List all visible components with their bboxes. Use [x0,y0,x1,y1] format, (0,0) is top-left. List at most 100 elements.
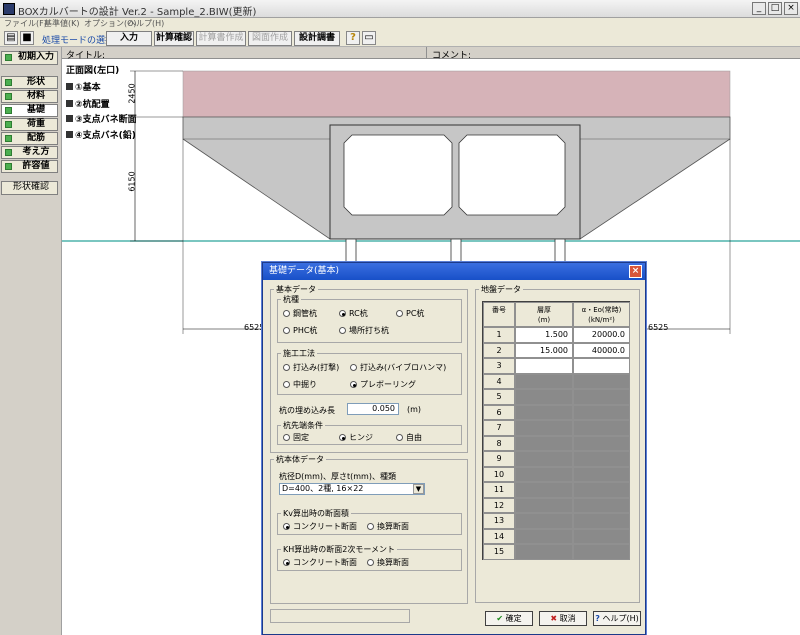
sidebar-item-allowable[interactable]: 許容値 [1,160,58,173]
diameter-label: 杭径D(mm)、厚さt(mm)、種類 [279,472,396,481]
maximize-button[interactable]: □ [768,2,782,15]
dialog-close-button[interactable]: × [629,265,642,278]
tip-option[interactable]: 固定 [283,432,309,443]
table-cell[interactable] [515,451,573,467]
kv-option[interactable]: 換算断面 [367,521,409,532]
menu-standard[interactable]: 基準値(K) [44,18,80,29]
window-icon[interactable]: ▭ [362,31,376,45]
close-window-button[interactable]: × [784,2,798,15]
ok-button[interactable]: ✔ 確定 [485,611,533,626]
table-cell[interactable]: 1.500 [515,327,573,343]
open-folder-icon[interactable]: ▤ [4,31,18,45]
sidebar-item-load[interactable]: 荷重 [1,118,58,131]
table-cell[interactable] [573,482,630,498]
title-bar: BOXカルバートの設計 Ver.2 - Sample_2.BIW(更新) _ □… [0,0,800,18]
table-cell[interactable] [573,420,630,436]
table-cell[interactable] [515,420,573,436]
table-cell[interactable]: 40000.0 [573,342,630,358]
cross-icon: ✖ [550,614,558,623]
drawing-button[interactable]: 図面作成 [248,31,292,46]
table-cell[interactable] [573,513,630,529]
sidebar-item-rebar[interactable]: 配筋 [1,132,58,145]
table-cell[interactable] [573,497,630,513]
help-button[interactable]: ? ヘルプ(H) [593,611,641,626]
calc-confirm-button[interactable]: 計算確認 [154,31,194,46]
menu-file[interactable]: ファイル(F) [4,18,47,29]
table-cell[interactable] [573,389,630,405]
ground-data-table[interactable]: 番号 層厚 (m) α・Eo(常時) (kN/m²) 1 1.500 20000.0 2 15… [482,301,630,560]
layer-checkbox-icon [66,115,73,122]
table-cell[interactable] [573,404,630,420]
minimize-button[interactable]: _ [752,2,766,15]
table-cell[interactable] [573,358,630,374]
sidebar-item-material[interactable]: 材料 [1,90,58,103]
table-cell[interactable] [573,435,630,451]
table-row-header: 9 [483,451,515,467]
dim-body-height: 6150 [127,171,137,192]
method-option[interactable]: 打込み(打撃) [283,362,339,373]
table-cell[interactable] [515,389,573,405]
layer-item[interactable]: ①基本 [66,80,101,93]
table-header-cell: α・Eo(常時) (kN/m²) [573,302,630,327]
method-option[interactable]: 打込み(バイブロハンマ) [350,362,446,373]
soil-cover [182,70,731,118]
shape-confirm-button[interactable]: 形状確認 [1,181,58,195]
method-option[interactable]: プレボーリング [350,379,416,390]
design-doc-button[interactable]: 設計調書 [294,31,340,46]
sidebar-item-shape[interactable]: 形状 [1,76,58,89]
method-option[interactable]: 中掘り [283,379,317,390]
layer-item[interactable]: ③支点バネ断面 [66,112,137,125]
pile-type-option[interactable]: PHC杭 [283,325,317,336]
table-cell[interactable] [515,435,573,451]
menu-bar: ファイル(F) 基準値(K) オプション(O) ヘルプ(H) [0,18,800,30]
table-header-cell: 層厚 (m) [515,302,573,327]
embed-length-input[interactable]: 0.050 [347,403,399,415]
table-cell[interactable] [515,358,573,374]
calc-doc-button[interactable]: 計算書作成 [196,31,246,46]
kh-option[interactable]: コンクリート断面 [283,557,357,568]
pile-type-option[interactable]: 鋼管杭 [283,308,317,319]
table-row-header: 8 [483,435,515,451]
pile-type-group [277,299,462,343]
table-cell[interactable] [573,373,630,389]
table-cell[interactable]: 20000.0 [573,327,630,343]
table-cell[interactable] [573,544,630,560]
table-cell[interactable] [573,466,630,482]
table-cell[interactable] [515,482,573,498]
layer-item[interactable]: ②杭配置 [66,97,110,110]
kv-option[interactable]: コンクリート断面 [283,521,357,532]
kh-option[interactable]: 換算断面 [367,557,409,568]
tip-option[interactable]: 自由 [396,432,422,443]
table-cell[interactable] [515,528,573,544]
table-cell[interactable] [515,513,573,529]
tip-option[interactable]: ヒンジ [339,432,373,443]
table-cell[interactable] [515,497,573,513]
input-mode-button[interactable]: 入力 [106,31,152,46]
table-row-header: 13 [483,513,515,529]
main-header: タイトル: コメント: [62,47,800,61]
table-cell[interactable] [515,466,573,482]
table-cell[interactable] [573,451,630,467]
chevron-down-icon[interactable]: ▼ [413,484,424,494]
table-row-header: 5 [483,389,515,405]
save-disk-icon[interactable]: ■ [20,31,34,45]
sidebar-item-foundation[interactable]: 基礎 [1,104,58,117]
diameter-select[interactable]: D=400、2種, 16×22 [279,483,425,495]
table-cell[interactable] [515,544,573,560]
pile-type-option[interactable]: PC杭 [396,308,424,319]
layer-item[interactable]: ④支点バネ(鉛) [66,128,136,141]
window-title: BOXカルバートの設計 Ver.2 - Sample_2.BIW(更新) [18,7,257,18]
table-cell[interactable] [573,528,630,544]
table-cell[interactable]: 15.000 [515,342,573,358]
table-row-header: 6 [483,404,515,420]
sidebar-item-concept[interactable]: 考え方 [1,146,58,159]
table-cell[interactable] [515,373,573,389]
table-row-header: 2 [483,342,515,358]
cancel-button[interactable]: ✖ 取消 [539,611,587,626]
pile-type-option[interactable]: RC杭 [339,308,368,319]
pile-type-option[interactable]: 場所打ち杭 [339,325,389,336]
menu-help[interactable]: ヘルプ(H) [128,18,164,29]
help-icon[interactable]: ? [346,31,360,45]
table-cell[interactable] [515,404,573,420]
initial-input-button[interactable]: 初期入力 [1,51,58,65]
